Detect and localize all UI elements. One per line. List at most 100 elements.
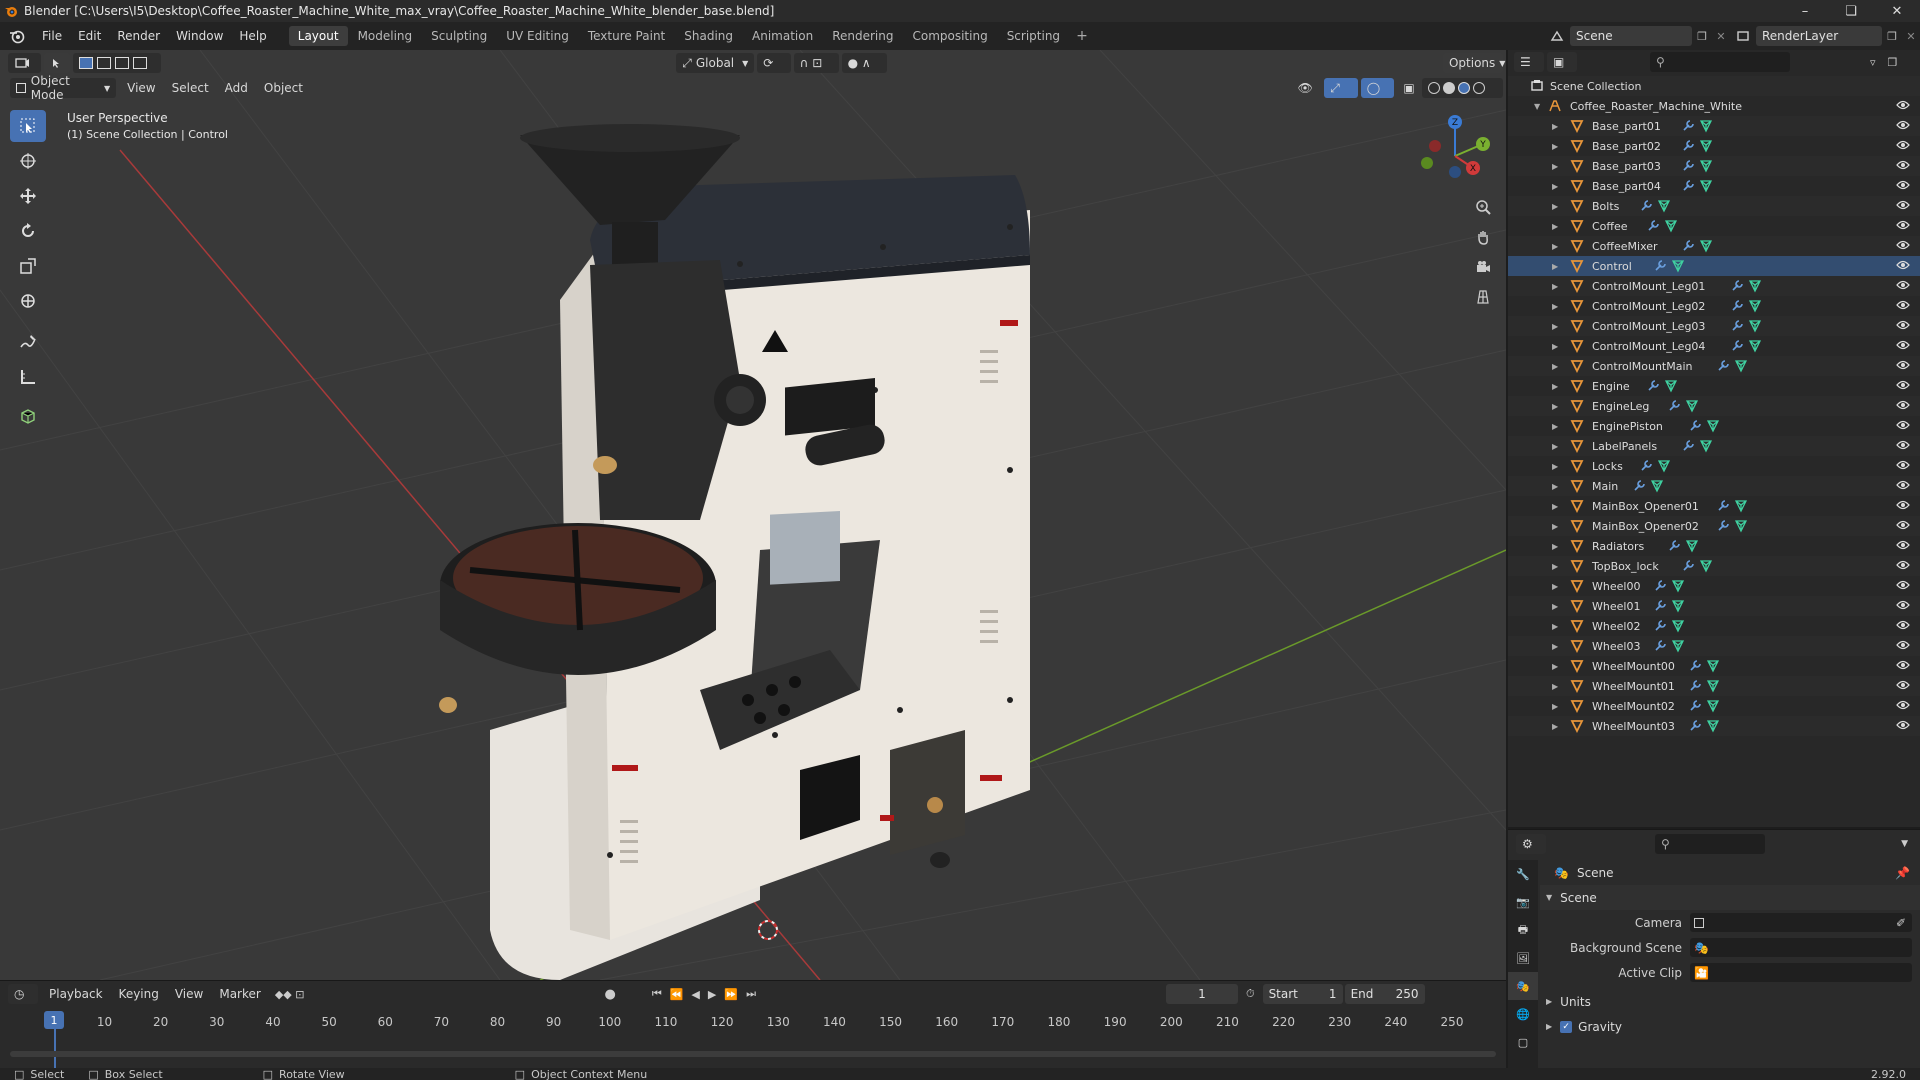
outliner-row-object[interactable]: ▶ Main [1508,476,1920,496]
eye-icon[interactable] [1896,599,1910,614]
mesh-data-icon[interactable] [1706,659,1720,676]
solid-shading-icon[interactable] [1443,82,1456,94]
expand-arrow-icon[interactable]: ▶ [1552,342,1558,351]
mesh-data-icon[interactable] [1699,119,1713,136]
wrench-icon[interactable] [1688,699,1702,716]
maximize-button[interactable]: ❏ [1828,0,1874,22]
tab-shading[interactable]: Shading [675,26,742,46]
start-frame-field[interactable]: Start 1 [1262,984,1343,1004]
mesh-data-icon[interactable] [1699,239,1713,256]
properties-editor-type[interactable]: ⚙ [1516,834,1546,854]
mesh-data-icon[interactable] [1748,299,1762,316]
eye-icon[interactable] [1896,159,1910,174]
eye-icon[interactable] [1896,259,1910,274]
wrench-icon[interactable] [1639,199,1653,216]
menu-marker[interactable]: Marker [211,987,268,1001]
add-workspace-button[interactable]: + [1070,28,1094,44]
eye-icon[interactable] [1896,359,1910,374]
eye-icon[interactable] [1896,619,1910,634]
mesh-data-icon[interactable] [1734,519,1748,536]
mesh-data-icon[interactable] [1657,199,1671,216]
3d-viewport[interactable]: ⤢ Global ▼ ⟳ ∩ ⊡ ● ∧ Options ▼ Object Mo… [0,50,1506,980]
eye-icon[interactable] [1896,379,1910,394]
outliner-row-object[interactable]: ▶ WheelMount00 [1508,656,1920,676]
menu-render[interactable]: Render [109,29,168,43]
eye-icon[interactable] [1896,119,1910,134]
cursor-tool[interactable] [10,145,46,177]
scene-name-field[interactable]: Scene [1570,26,1692,46]
outliner-row-object[interactable]: ▶ Radiators [1508,536,1920,556]
navigation-gizmo[interactable]: Z Y X [1410,114,1500,194]
eye-icon[interactable] [1896,339,1910,354]
wrench-icon[interactable] [1639,459,1653,476]
tab-modeling[interactable]: Modeling [349,26,422,46]
outliner-row-object[interactable]: ▶ MainBox_Opener02 [1508,516,1920,536]
outliner-row-object[interactable]: ▶ LabelPanels [1508,436,1920,456]
wrench-icon[interactable] [1667,399,1681,416]
wrench-icon[interactable] [1688,719,1702,736]
wrench-icon[interactable] [1653,579,1667,596]
add-cube-tool[interactable] [10,400,46,432]
jump-keyframe-forward-button[interactable]: ⏩ [724,988,738,1001]
mesh-data-icon[interactable] [1671,579,1685,596]
preview-range-icon[interactable]: ⏱ [1246,987,1255,1001]
tab-rendering[interactable]: Rendering [823,26,902,46]
tab-uv-editing[interactable]: UV Editing [497,26,578,46]
tab-layout[interactable]: Layout [288,26,348,46]
select-mode-tool-icon[interactable] [44,53,70,73]
outliner-row-object[interactable]: ▶ Base_part01 [1508,116,1920,136]
outliner-row-object[interactable]: ▶ Wheel03 [1508,636,1920,656]
eye-icon[interactable] [1896,319,1910,334]
mesh-data-icon[interactable] [1699,179,1713,196]
outliner-row-object[interactable]: ▶ Wheel00 [1508,576,1920,596]
timeline-scrollbar[interactable] [10,1051,1496,1057]
eye-icon[interactable] [1896,219,1910,234]
object-tab-icon[interactable]: ▢ [1508,1028,1538,1056]
outliner-row-object[interactable]: ▶ WheelMount01 [1508,676,1920,696]
jump-end-button[interactable]: ⏭ [746,987,756,1001]
mesh-data-icon[interactable] [1706,699,1720,716]
menu-timeline-view[interactable]: View [167,987,211,1001]
eye-icon[interactable] [1896,99,1910,114]
outliner-row-object[interactable]: ▶ Control [1508,256,1920,276]
mesh-data-icon[interactable] [1734,359,1748,376]
eye-icon[interactable] [1896,499,1910,514]
eye-icon[interactable] [1896,399,1910,414]
scale-tool[interactable] [10,250,46,282]
expand-arrow-icon[interactable]: ▶ [1552,222,1558,231]
units-panel-header[interactable]: ▶ Units [1540,989,1920,1014]
expand-arrow-icon[interactable]: ▶ [1552,582,1558,591]
options-dropdown[interactable]: Options ▼ [1442,53,1505,73]
transform-orientation-dropdown[interactable]: ⤢ Global ▼ [676,53,755,73]
new-view-layer-icon[interactable]: ❐ [1882,30,1902,43]
eye-icon[interactable] [1896,199,1910,214]
blender-menu-icon[interactable] [0,28,34,44]
expand-arrow-icon[interactable]: ▶ [1552,302,1558,311]
timeline-ruler[interactable]: 10 20 30 40 50 60 70 80 90 100 110 120 130 140 150 160 1… [0,1011,1506,1033]
wrench-icon[interactable] [1653,259,1667,276]
wireframe-shading-icon[interactable] [1428,82,1441,94]
expand-arrow-icon[interactable]: ▶ [1552,142,1558,151]
jump-start-button[interactable]: ⏮ [652,987,662,1001]
expand-arrow-icon[interactable]: ▶ [1552,202,1558,211]
outliner-editor-type[interactable]: ☰ [1514,52,1544,72]
outliner-row-object[interactable]: ▶ Base_part04 [1508,176,1920,196]
wrench-icon[interactable] [1716,359,1730,376]
wrench-icon[interactable] [1716,519,1730,536]
play-reverse-button[interactable]: ◀ [691,988,699,1001]
expand-arrow-icon[interactable]: ▶ [1552,702,1558,711]
display-mode-dropdown[interactable]: ▣ [1547,52,1577,72]
expand-arrow-icon[interactable]: ▶ [1552,282,1558,291]
outliner-row-object[interactable]: ▶ WheelMount02 [1508,696,1920,716]
wrench-icon[interactable] [1653,619,1667,636]
move-tool[interactable] [10,180,46,212]
eye-icon[interactable] [1896,419,1910,434]
view-layer-field[interactable]: RenderLayer [1756,26,1882,46]
wrench-icon[interactable] [1646,219,1660,236]
outliner-row-object[interactable]: ▶ ControlMount_Leg01 [1508,276,1920,296]
wrench-icon[interactable] [1688,659,1702,676]
visibility-dropdown[interactable]: 👁 [1292,78,1322,98]
expand-arrow-icon[interactable]: ▶ [1552,362,1558,371]
new-scene-icon[interactable]: ❐ [1692,30,1712,43]
mesh-data-icon[interactable] [1657,459,1671,476]
